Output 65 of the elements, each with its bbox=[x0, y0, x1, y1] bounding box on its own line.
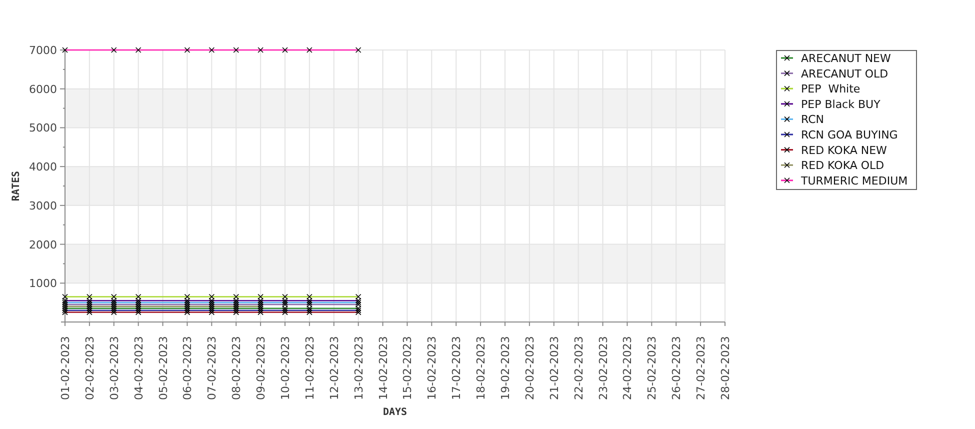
x-tick-label: 12-02-2023 bbox=[328, 336, 341, 400]
legend-symbol-icon bbox=[781, 55, 793, 61]
legend-label: ARECANUT NEW bbox=[801, 52, 891, 65]
point-marker bbox=[111, 47, 117, 53]
y-tick-label: 3000 bbox=[29, 199, 57, 212]
legend-symbol-icon bbox=[781, 86, 793, 92]
legend-label: RCN bbox=[801, 113, 824, 126]
legend-symbol-icon bbox=[781, 162, 793, 168]
y-tick-label: 5000 bbox=[29, 122, 57, 135]
x-tick-label: 07-02-2023 bbox=[206, 336, 219, 400]
x-tick-label: 17-02-2023 bbox=[450, 336, 464, 400]
legend-symbol-icon bbox=[781, 146, 793, 153]
x-tick-label: 20-02-2023 bbox=[523, 336, 536, 400]
x-tick-label: 16-02-2023 bbox=[426, 336, 439, 400]
x-tick-label: 25-02-2023 bbox=[646, 336, 659, 400]
legend-symbol-icon bbox=[781, 116, 793, 122]
x-tick-label: 27-02-2023 bbox=[694, 336, 708, 400]
x-tick-label: 10-02-2023 bbox=[279, 336, 292, 400]
x-tick-label: 02-02-2023 bbox=[83, 336, 96, 400]
x-tick-label: 08-02-2023 bbox=[230, 336, 244, 400]
point-marker bbox=[62, 47, 68, 53]
point-marker bbox=[135, 47, 142, 53]
point-marker bbox=[282, 47, 288, 53]
x-tick-label: 26-02-2023 bbox=[670, 336, 684, 400]
y-tick-label: 7000 bbox=[29, 44, 57, 57]
point-marker bbox=[355, 47, 362, 53]
legend-label: RCN GOA BUYING bbox=[801, 128, 898, 142]
legend-label: RED KOKA NEW bbox=[801, 144, 887, 157]
x-tick-label: 18-02-2023 bbox=[474, 336, 488, 400]
x-tick-label: 21-02-2023 bbox=[548, 336, 561, 400]
legend-symbol-icon bbox=[781, 101, 793, 107]
point-marker bbox=[184, 47, 190, 53]
x-tick-label: 24-02-2023 bbox=[621, 336, 634, 400]
x-tick-label: 28-02-2023 bbox=[719, 336, 732, 400]
x-tick-label: 04-02-2023 bbox=[132, 336, 146, 400]
x-tick-label: 23-02-2023 bbox=[596, 336, 610, 400]
y-axis-title: RATES bbox=[11, 170, 22, 202]
y-tick-label: 6000 bbox=[29, 82, 57, 96]
y-tick-label: 2000 bbox=[29, 238, 57, 252]
x-tick-label: 19-02-2023 bbox=[499, 336, 512, 400]
x-tick-label: 09-02-2023 bbox=[254, 336, 268, 400]
x-tick-label: 14-02-2023 bbox=[376, 336, 390, 400]
point-marker bbox=[208, 47, 215, 53]
legend-symbol-icon bbox=[781, 178, 793, 184]
y-tick-label: 1000 bbox=[29, 277, 57, 290]
x-axis-title: DAYS bbox=[382, 407, 408, 418]
point-marker bbox=[306, 47, 312, 53]
legend-label: ARECANUT OLD bbox=[801, 67, 888, 80]
legend-symbol-icon bbox=[781, 70, 793, 76]
x-tick-label: 11-02-2023 bbox=[303, 336, 316, 400]
legend-label: PEP Black BUY bbox=[801, 98, 880, 111]
legend-symbol-icon bbox=[781, 132, 793, 138]
legend-label: TURMERIC MEDIUM bbox=[801, 174, 908, 188]
point-marker bbox=[258, 47, 264, 53]
x-tick-label: 05-02-2023 bbox=[156, 336, 170, 400]
legend-label: RED KOKA OLD bbox=[801, 159, 884, 172]
x-tick-label: 01-02-2023 bbox=[59, 336, 72, 400]
y-tick-label: 4000 bbox=[29, 160, 57, 174]
x-tick-label: 06-02-2023 bbox=[181, 336, 194, 400]
legend-label: PEP White bbox=[801, 82, 860, 96]
x-tick-label: 03-02-2023 bbox=[108, 336, 121, 400]
x-tick-label: 22-02-2023 bbox=[572, 336, 586, 400]
point-marker bbox=[233, 47, 240, 53]
x-tick-label: 15-02-2023 bbox=[401, 336, 414, 400]
x-tick-label: 13-02-2023 bbox=[352, 336, 366, 400]
